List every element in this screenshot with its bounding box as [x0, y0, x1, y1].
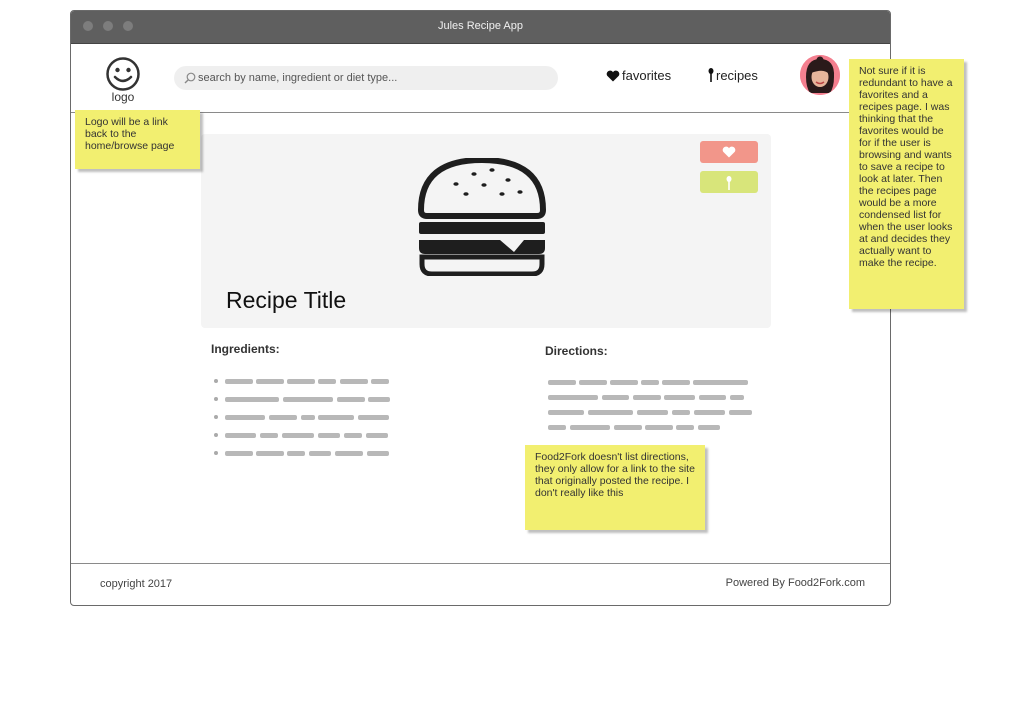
text-placeholder	[269, 415, 297, 420]
nav-recipes-link[interactable]: recipes	[708, 68, 758, 83]
nav-favorites-link[interactable]: favorites	[606, 68, 671, 83]
spoon-icon	[726, 176, 732, 190]
text-placeholder	[256, 379, 284, 384]
text-placeholder	[318, 379, 336, 384]
nav-recipes-label: recipes	[716, 68, 758, 83]
top-navbar: logo favorites recipes	[71, 44, 890, 113]
text-placeholder	[548, 410, 584, 415]
text-placeholder	[358, 415, 389, 420]
text-placeholder	[318, 415, 354, 420]
add-favorite-button[interactable]	[700, 141, 758, 163]
logo-label: logo	[111, 90, 135, 104]
text-placeholder	[570, 425, 610, 430]
bullet	[214, 397, 218, 401]
burger-image-icon	[418, 158, 546, 276]
text-placeholder	[699, 395, 726, 400]
spoon-icon	[708, 68, 714, 82]
text-placeholder	[729, 410, 752, 415]
text-placeholder	[645, 425, 673, 430]
bullet	[214, 379, 218, 383]
text-placeholder	[664, 395, 695, 400]
text-placeholder	[637, 410, 668, 415]
text-placeholder	[614, 425, 642, 430]
window-title: Jules Recipe App	[438, 20, 523, 32]
bullet	[214, 415, 218, 419]
text-placeholder	[309, 451, 331, 456]
search-input[interactable]	[198, 66, 548, 90]
text-placeholder	[225, 433, 256, 438]
text-placeholder	[693, 380, 748, 385]
bullet	[214, 433, 218, 437]
text-placeholder	[641, 380, 659, 385]
text-placeholder	[301, 415, 315, 420]
text-placeholder	[335, 451, 363, 456]
text-placeholder	[225, 415, 265, 420]
text-placeholder	[694, 410, 725, 415]
app-window: Jules Recipe App logo favorites	[70, 10, 891, 606]
user-avatar[interactable]	[800, 55, 840, 95]
text-placeholder	[672, 410, 690, 415]
nav-favorites-label: favorites	[622, 68, 672, 83]
text-placeholder	[225, 451, 253, 456]
text-placeholder	[283, 397, 333, 402]
text-placeholder	[548, 395, 598, 400]
title-bar: Jules Recipe App	[71, 11, 890, 44]
copyright-text: copyright 2017	[100, 578, 173, 590]
recipe-title: Recipe Title	[226, 287, 347, 313]
text-placeholder	[287, 451, 305, 456]
logo-annotation-note: Logo will be a link back to the home/bro…	[75, 110, 200, 169]
text-placeholder	[337, 397, 365, 402]
text-placeholder	[340, 379, 368, 384]
text-placeholder	[579, 380, 607, 385]
heart-icon	[606, 70, 620, 82]
text-placeholder	[548, 380, 576, 385]
text-placeholder	[610, 380, 638, 385]
text-placeholder	[548, 425, 566, 430]
logo-link[interactable]: logo	[101, 54, 145, 106]
favorites-annotation-note: Not sure if it is redundant to have a fa…	[849, 59, 964, 309]
text-placeholder	[662, 380, 690, 385]
text-placeholder	[260, 433, 278, 438]
directions-annotation-note: Food2Fork doesn't list directions, they …	[525, 445, 705, 530]
text-placeholder	[367, 451, 389, 456]
heart-icon	[722, 146, 736, 158]
text-placeholder	[368, 397, 390, 402]
text-placeholder	[366, 433, 388, 438]
text-placeholder	[318, 433, 340, 438]
smiley-logo-icon	[106, 57, 140, 91]
text-placeholder	[633, 395, 661, 400]
text-placeholder	[698, 425, 720, 430]
text-placeholder	[588, 410, 633, 415]
add-recipe-button[interactable]	[700, 171, 758, 193]
text-placeholder	[287, 379, 315, 384]
search-icon	[184, 72, 196, 84]
bullet	[214, 451, 218, 455]
text-placeholder	[282, 433, 314, 438]
text-placeholder	[344, 433, 362, 438]
ingredients-heading: Ingredients:	[211, 342, 280, 356]
text-placeholder	[256, 451, 284, 456]
text-placeholder	[225, 397, 279, 402]
text-placeholder	[676, 425, 694, 430]
text-placeholder	[602, 395, 629, 400]
user-photo-icon	[800, 55, 840, 95]
directions-heading: Directions:	[545, 344, 608, 358]
powered-by-link[interactable]: Powered By Food2Fork.com	[726, 577, 865, 589]
text-placeholder	[225, 379, 253, 384]
search-bar[interactable]	[174, 66, 558, 90]
recipe-hero: Recipe Title	[201, 134, 771, 328]
text-placeholder	[371, 379, 389, 384]
text-placeholder	[730, 395, 744, 400]
